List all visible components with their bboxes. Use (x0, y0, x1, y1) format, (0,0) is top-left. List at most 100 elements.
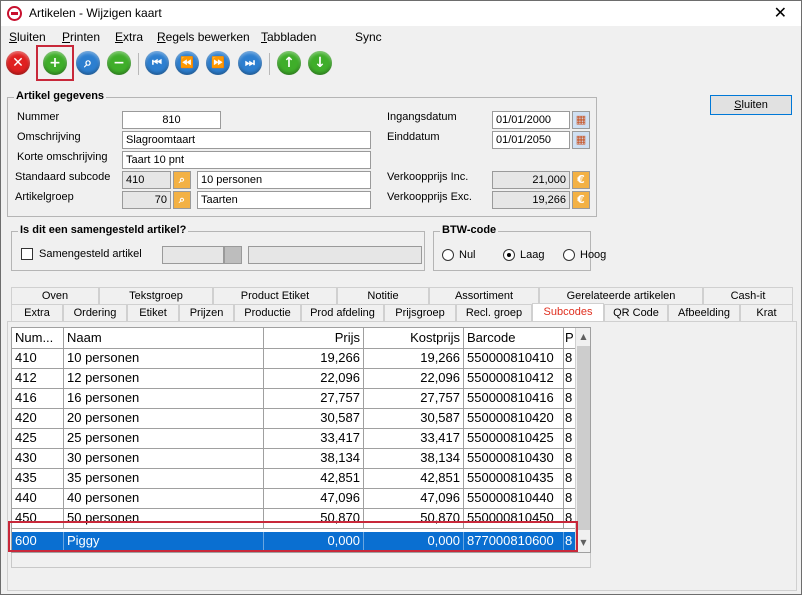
omschrijving-field[interactable]: Slagroomtaart (122, 131, 371, 149)
cell-prijs: 47,096 (264, 489, 364, 509)
einddatum-field[interactable]: 01/01/2050 (492, 131, 570, 149)
menu-printen[interactable]: Printen (62, 30, 100, 44)
add-icon[interactable]: + (43, 51, 67, 75)
tab-recl-groep[interactable]: Recl. groep (456, 304, 532, 321)
standaard-subcode-field[interactable]: 410 (122, 171, 171, 189)
grid-header-naam[interactable]: Naam (64, 328, 264, 349)
grid-header-barcode[interactable]: Barcode (464, 328, 564, 349)
scroll-down-icon[interactable]: ▼ (576, 534, 590, 551)
scroll-up-icon[interactable]: ▲ (576, 328, 590, 345)
next-icon[interactable]: ⏩ (206, 51, 230, 75)
first-icon[interactable]: ⏮ (145, 51, 169, 75)
tab-gerelateerde-artikelen[interactable]: Gerelateerde artikelen (539, 287, 703, 304)
up-icon[interactable]: ↑ (277, 51, 301, 75)
search-icon[interactable]: ⌕ (76, 51, 100, 75)
samengesteld-code-field[interactable] (162, 246, 224, 264)
table-row[interactable]: 440 40 personen 47,096 47,096 550000810440 8 (12, 489, 590, 509)
korte-omschrijving-field[interactable]: Taart 10 pnt (122, 151, 371, 169)
euro-icon[interactable]: € (572, 191, 590, 209)
tab-prijzen[interactable]: Prijzen (179, 304, 234, 321)
nummer-label: Nummer (17, 111, 60, 123)
previous-icon[interactable]: ⏪ (175, 51, 199, 75)
menu-bar: Sluiten Printen Extra Regels bewerken Ta… (1, 27, 801, 47)
table-row[interactable]: 430 30 personen 38,134 38,134 550000810430 8 (12, 449, 590, 469)
verkoopprijs-inc-field[interactable]: 21,000 (492, 171, 570, 189)
cell-barcode: 550000810420 (464, 409, 564, 429)
btw-hoog-radio[interactable] (563, 249, 575, 261)
app-logo-icon (7, 6, 22, 21)
table-row[interactable]: 435 35 personen 42,851 42,851 550000810435 8 (12, 469, 590, 489)
cell-kostprijs: 19,266 (364, 349, 464, 369)
samengesteld-description (248, 246, 422, 264)
cell-kostprijs: 33,417 (364, 429, 464, 449)
cell-barcode: 550000810412 (464, 369, 564, 389)
toolbar-separator (269, 53, 270, 75)
ingangsdatum-calendar-icon[interactable]: ▦ (572, 111, 590, 129)
nummer-field[interactable]: 810 (122, 111, 221, 129)
grid-horizontal-scrollbar[interactable] (11, 553, 591, 568)
tab-prijsgroep[interactable]: Prijsgroep (384, 304, 456, 321)
menu-regels-bewerken[interactable]: Regels bewerken (157, 30, 250, 44)
verkoopprijs-inc-label: Verkoopprijs Inc. (387, 171, 469, 183)
scroll-thumb[interactable] (577, 346, 590, 530)
tab-product-etiket[interactable]: Product Etiket (213, 287, 337, 304)
grid-header-prijs[interactable]: Prijs (264, 328, 364, 349)
subcode-search-icon[interactable]: ⌕ (173, 171, 191, 189)
tab-afbeelding[interactable]: Afbeelding (668, 304, 740, 321)
tab-subcodes[interactable]: Subcodes (532, 303, 604, 322)
btw-laag-radio[interactable] (503, 249, 515, 261)
artikel-gegevens-label: Artikel gegevens (14, 90, 107, 102)
menu-sync[interactable]: Sync (355, 30, 382, 44)
cell-prijs: 22,096 (264, 369, 364, 389)
cell-kostprijs: 47,096 (364, 489, 464, 509)
tab-extra[interactable]: Extra (11, 304, 63, 321)
samengesteld-checkbox[interactable] (21, 248, 33, 260)
tab-oven[interactable]: Oven (11, 287, 99, 304)
menu-extra[interactable]: Extra (115, 30, 143, 44)
toolbar: ✕ + ⌕ − ⏮ ⏪ ⏩ ⏭ ↑ ↓ (1, 45, 801, 81)
table-row[interactable]: 416 16 personen 27,757 27,757 550000810416 8 (12, 389, 590, 409)
down-icon[interactable]: ↓ (308, 51, 332, 75)
samengesteld-lookup-button[interactable] (224, 246, 242, 264)
menu-sluiten[interactable]: Sluiten (9, 30, 46, 44)
einddatum-label: Einddatum (387, 131, 440, 143)
grid-header-nummer[interactable]: Num... (12, 328, 64, 349)
btw-nul-radio[interactable] (442, 249, 454, 261)
tab-productie[interactable]: Productie (234, 304, 301, 321)
btw-laag-label: Laag (520, 249, 545, 261)
artikelgroep-search-icon[interactable]: ⌕ (173, 191, 191, 209)
close-icon[interactable]: ✕ (6, 51, 30, 75)
tab-etiket[interactable]: Etiket (127, 304, 179, 321)
verkoopprijs-exc-field[interactable]: 19,266 (492, 191, 570, 209)
remove-icon[interactable]: − (107, 51, 131, 75)
last-icon[interactable]: ⏭ (238, 51, 262, 75)
tab-tekstgroep[interactable]: Tekstgroep (99, 287, 213, 304)
tab-prod-afdeling[interactable]: Prod afdeling (301, 304, 384, 321)
ingangsdatum-field[interactable]: 01/01/2000 (492, 111, 570, 129)
btw-hoog-label: Hoog (580, 249, 607, 261)
euro-icon[interactable]: € (572, 171, 590, 189)
cell-barcode: 550000810435 (464, 469, 564, 489)
tab-notitie[interactable]: Notitie (337, 287, 429, 304)
grid-vertical-scrollbar[interactable]: ▲ ▼ (575, 328, 590, 552)
table-row[interactable]: 410 10 personen 19,266 19,266 550000810410 8 (12, 349, 590, 369)
einddatum-calendar-icon[interactable]: ▦ (572, 131, 590, 149)
btw-nul-label: Nul (459, 249, 476, 261)
cell-naam: 16 personen (64, 389, 264, 409)
artikelgroep-field[interactable]: 70 (122, 191, 171, 209)
tab-assortiment[interactable]: Assortiment (429, 287, 539, 304)
cell-naam: 40 personen (64, 489, 264, 509)
sluiten-button[interactable]: Sluiten (710, 95, 792, 115)
cell-nummer: 430 (12, 449, 64, 469)
tab-krat[interactable]: Krat (740, 304, 793, 321)
table-row[interactable]: 425 25 personen 33,417 33,417 550000810425 8 (12, 429, 590, 449)
table-row[interactable]: 420 20 personen 30,587 30,587 550000810420 8 (12, 409, 590, 429)
tab-cash-it[interactable]: Cash-it (703, 287, 793, 304)
tab-ordering[interactable]: Ordering (63, 304, 127, 321)
window-close-icon[interactable]: ✕ (774, 3, 787, 22)
cell-naam: 12 personen (64, 369, 264, 389)
menu-tabbladen[interactable]: Tabbladen (261, 30, 316, 44)
table-row[interactable]: 412 12 personen 22,096 22,096 550000810412 8 (12, 369, 590, 389)
grid-header-kostprijs[interactable]: Kostprijs (364, 328, 464, 349)
tab-qr-code[interactable]: QR Code (604, 304, 668, 321)
